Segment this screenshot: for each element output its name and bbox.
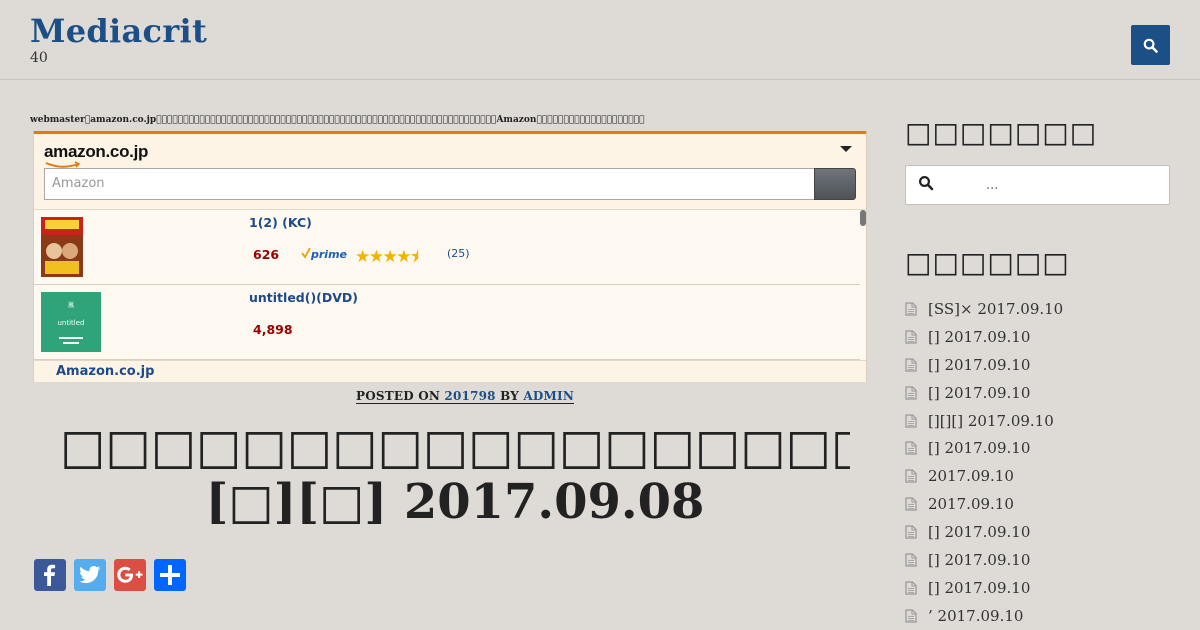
post-date-link[interactable]: 201798 — [444, 389, 495, 403]
affiliate-notice: webmaster amazon.co.jp                  … — [30, 115, 645, 125]
site-header: Mediacrit 40 — [0, 0, 1200, 80]
list-item[interactable]: [] 2017.09.10 — [905, 574, 1175, 602]
facebook-icon — [44, 564, 56, 586]
product-thumbnail[interactable] — [41, 217, 83, 277]
document-icon — [905, 609, 917, 623]
site-title[interactable]: Mediacrit — [30, 12, 207, 50]
document-icon — [905, 386, 917, 400]
product-review-count[interactable]: (25) — [447, 247, 470, 260]
product-thumbnail[interactable]: 嵐 untitled — [41, 292, 101, 352]
list-item[interactable]: 1(2) (KC) 626 prime ★★★★⯨ (25) — [34, 210, 860, 285]
amazon-search-input[interactable]: Amazon — [44, 168, 814, 200]
list-item[interactable]: [] 2017.09.10 — [905, 351, 1175, 379]
posted-on-label: POSTED ON — [356, 389, 441, 403]
list-item[interactable]: ’ 2017.09.10 — [905, 602, 1175, 630]
post-meta: POSTED ON 201798 BY ADMIN — [356, 389, 575, 404]
product-title[interactable]: 1(2) (KC) — [249, 215, 312, 230]
amazon-home-link[interactable]: Amazon.co.jp — [56, 364, 154, 379]
product-price: 4,898 — [253, 322, 293, 337]
recent-post-link[interactable]: [][][] 2017.09.10 — [928, 412, 1054, 430]
svg-text:untitled: untitled — [57, 319, 84, 327]
chevron-down-icon[interactable] — [840, 146, 852, 152]
post-author-link[interactable]: ADMIN — [523, 389, 574, 403]
recent-post-link[interactable]: [] 2017.09.10 — [928, 523, 1030, 541]
document-icon — [905, 525, 917, 539]
document-icon — [905, 413, 917, 428]
post-title-line-1: □□□□□□□□□□□□□□□□□□□□□□□□□□□□□□□□ — [60, 420, 850, 475]
search-icon — [1143, 38, 1158, 53]
list-item[interactable]: 2017.09.10 — [905, 462, 1175, 490]
recent-post-link[interactable]: [] 2017.09.10 — [928, 579, 1030, 597]
search-widget-title: □□□□□□□ — [905, 116, 1098, 149]
list-item[interactable]: [] 2017.09.10 — [905, 379, 1175, 407]
amazon-widget: amazon.co.jp Amazon 1(2) (KC) 626 prime — [33, 131, 867, 382]
recent-post-link[interactable]: [] 2017.09.10 — [928, 439, 1030, 457]
plus-icon — [160, 565, 180, 585]
document-icon — [905, 330, 917, 344]
google-plus-share-button[interactable] — [114, 559, 146, 591]
search-toggle-button[interactable] — [1131, 25, 1170, 65]
recent-post-link[interactable]: [SS]× 2017.09.10 — [928, 300, 1063, 318]
list-item[interactable]: [] 2017.09.10 — [905, 323, 1175, 351]
list-item[interactable]: [] 2017.09.10 — [905, 546, 1175, 574]
google-plus-icon — [117, 566, 143, 583]
recent-post-link[interactable]: 2017.09.10 — [928, 495, 1014, 513]
document-icon — [905, 358, 917, 372]
amazon-widget-footer: Amazon.co.jp — [34, 360, 866, 382]
twitter-share-button[interactable] — [74, 559, 106, 591]
list-item[interactable]: [] 2017.09.10 — [905, 434, 1175, 462]
recent-posts-list: [SS]× 2017.09.10 [] 2017.09.10 [] 2017.0… — [905, 295, 1175, 630]
recent-posts-title: □□□□□□ — [905, 246, 1070, 279]
svg-text:prime: prime — [310, 248, 348, 261]
product-rating: ★★★★⯨ — [355, 247, 419, 267]
facebook-share-button[interactable] — [34, 559, 66, 591]
recent-post-link[interactable]: ’ 2017.09.10 — [928, 607, 1023, 625]
scrollbar-thumb[interactable] — [860, 210, 866, 226]
generic-share-button[interactable] — [154, 559, 186, 591]
recent-post-link[interactable]: [] 2017.09.10 — [928, 328, 1030, 346]
amazon-search-button[interactable] — [814, 168, 856, 200]
document-icon — [905, 581, 917, 595]
document-icon — [905, 302, 917, 316]
recent-post-link[interactable]: [] 2017.09.10 — [928, 356, 1030, 374]
sidebar-search-field[interactable]: ... — [905, 165, 1170, 205]
site-tagline: 40 — [30, 50, 48, 66]
amazon-product-list: 1(2) (KC) 626 prime ★★★★⯨ (25) 嵐 untitle… — [34, 210, 866, 360]
recent-post-link[interactable]: [] 2017.09.10 — [928, 551, 1030, 569]
prime-badge-icon: prime — [301, 247, 348, 261]
document-icon — [905, 441, 917, 455]
list-item[interactable]: [][][] 2017.09.10 — [905, 407, 1175, 435]
post-title[interactable]: □□□□□□□□□□□□□□□□□□□□□□□□□□□□□□□□ [□][□] … — [60, 420, 850, 530]
recent-post-link[interactable]: [] 2017.09.10 — [928, 384, 1030, 402]
search-icon — [918, 175, 934, 191]
recent-post-link[interactable]: 2017.09.10 — [928, 467, 1014, 485]
list-item[interactable]: [] 2017.09.10 — [905, 518, 1175, 546]
by-label: BY — [500, 389, 520, 403]
twitter-icon — [79, 566, 101, 584]
list-item[interactable]: 嵐 untitled untitled()(DVD) 4,898 — [34, 285, 860, 360]
share-buttons — [34, 559, 186, 591]
product-title[interactable]: untitled()(DVD) — [249, 290, 358, 305]
post-title-line-2: [□][□] 2017.09.08 — [205, 475, 705, 530]
document-icon — [905, 497, 917, 511]
document-icon — [905, 469, 917, 483]
amazon-widget-header: amazon.co.jp Amazon — [34, 134, 866, 210]
amazon-logo[interactable]: amazon.co.jp — [44, 142, 148, 162]
list-item[interactable]: [SS]× 2017.09.10 — [905, 295, 1175, 323]
sidebar-search-input[interactable]: ... — [986, 178, 998, 193]
svg-text:嵐: 嵐 — [68, 301, 74, 309]
list-item[interactable]: 2017.09.10 — [905, 490, 1175, 518]
product-price: 626 — [253, 247, 280, 262]
document-icon — [905, 553, 917, 567]
